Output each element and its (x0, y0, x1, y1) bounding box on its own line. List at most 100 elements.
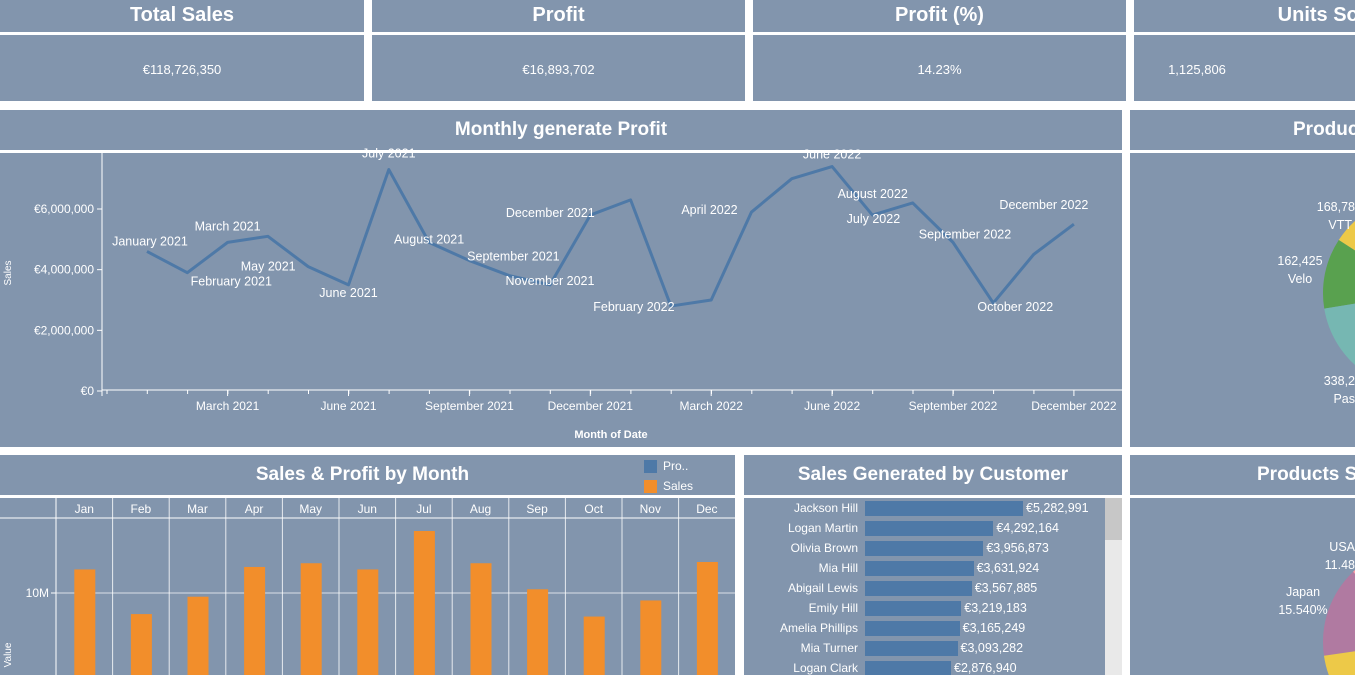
customer-row[interactable]: Olivia Brown €3,956,873 (744, 538, 1104, 558)
customer-sales-value: €3,093,282 (960, 641, 1024, 655)
customer-row[interactable]: Logan Clark €2,876,940 (744, 658, 1104, 675)
point-label: April 2022 (681, 203, 737, 217)
customer-sales-panel: Sales Generated by Customer Jackson Hill… (744, 455, 1122, 675)
month-header: Sep (526, 502, 548, 516)
month-header: Dec (696, 502, 717, 516)
customer-sales-value: €2,876,940 (954, 661, 1017, 675)
scrollbar[interactable] (1105, 498, 1122, 675)
customer-sales-bar (865, 541, 984, 556)
pie-slice-japan (1323, 571, 1355, 656)
month-header: Mar (187, 502, 208, 516)
month-header: Aug (470, 502, 491, 516)
customer-name: Amelia Phillips (779, 621, 858, 635)
point-label: November 2021 (506, 274, 595, 288)
divider (753, 32, 1126, 35)
panel-title: Sales Generated by Customer (797, 464, 1069, 485)
month-header: Jan (75, 502, 94, 516)
kpi-value: 14.23% (917, 62, 962, 77)
kpi-title: Profit (532, 4, 585, 26)
point-label: August 2021 (394, 232, 464, 246)
point-label: May 2021 (241, 260, 296, 274)
customer-name: Olivia Brown (790, 541, 858, 555)
x-tick-label: September 2022 (909, 399, 998, 413)
kpi-profit-percent: Profit (%) 14.23% (753, 0, 1126, 101)
point-label: January 2021 (112, 234, 188, 248)
point-label: October 2022 (977, 300, 1053, 314)
point-label: September 2021 (467, 250, 559, 264)
pie-label-value: 338,2 (1324, 374, 1355, 388)
monthly-profit-panel: Monthly generate Profit €0 €2,000,000 €4,0… (0, 110, 1122, 447)
x-tick-label: March 2021 (196, 399, 260, 413)
y-tick-label: €6,000,000 (34, 202, 94, 216)
sales-profit-bar-chart: 10M Value Jan Feb Mar Apr May Jun Jul Aug Sep Oct No… (0, 498, 735, 675)
kpi-units-sold: Units Sol 1,125,806 (1134, 0, 1355, 101)
x-tick-label: June 2022 (804, 399, 860, 413)
sales-bar (413, 531, 435, 675)
sales-bar (470, 563, 492, 675)
customer-row[interactable]: Mia Hill €3,631,924 (744, 558, 1104, 578)
x-tick-label: June 2021 (320, 399, 376, 413)
customer-row[interactable]: Mia Turner €3,093,282 (744, 638, 1104, 658)
point-label: February 2022 (593, 300, 674, 314)
x-tick-label: December 2021 (548, 399, 634, 413)
x-tick-label: March 2022 (680, 399, 744, 413)
customer-name: Logan Clark (793, 661, 858, 675)
month-header: Oct (584, 502, 603, 516)
y-tick-label: 10M (26, 586, 49, 600)
customer-row[interactable]: Amelia Phillips €3,165,249 (744, 618, 1104, 638)
customer-row[interactable]: Jackson Hill €5,282,991 (744, 498, 1104, 518)
customer-sales-value: €3,165,249 (962, 621, 1026, 635)
pie-label-name: Japan (1286, 585, 1320, 599)
customer-sales-bar (865, 621, 960, 636)
sales-bar (300, 563, 322, 675)
customer-sales-value: €3,567,885 (974, 581, 1038, 595)
sales-bar (583, 616, 605, 675)
product-pie-chart: 168,78 VTT 162,425 Velo 338,2 Pas (1277, 200, 1355, 406)
customer-row[interactable]: Emily Hill €3,219,183 (744, 598, 1104, 618)
customer-sales-value: €4,292,164 (996, 521, 1059, 535)
month-header: Jul (416, 502, 431, 516)
y-axis-title: Value (3, 642, 14, 667)
customer-row[interactable]: Abigail Lewis €3,567,885 (744, 578, 1104, 598)
kpi-title: Total Sales (129, 4, 235, 26)
customer-sales-bar (865, 661, 952, 675)
customer-sales-bar (865, 561, 974, 576)
customer-sales-bar (865, 501, 1023, 516)
pie-label-value: 168,78 (1317, 200, 1355, 214)
pie-label-value: 11.48 (1325, 558, 1355, 572)
point-label: December 2022 (999, 198, 1088, 212)
customer-bar-list[interactable]: Jackson Hill €5,282,991 Logan Martin €4,292… (744, 498, 1122, 675)
pie-label-value: 15.540% (1278, 603, 1327, 617)
customer-sales-value: €5,282,991 (1026, 501, 1089, 515)
sales-bar (357, 569, 379, 675)
divider (1134, 32, 1355, 35)
customer-name: Abigail Lewis (787, 581, 858, 595)
pie-label-name: USA (1329, 540, 1355, 554)
sales-bar (130, 614, 152, 675)
kpi-value: €118,726,350 (142, 62, 222, 77)
y-axis-title: Sales (3, 260, 14, 285)
sales-bar (696, 562, 718, 675)
product-pie-panel: Produc 168,78 VTT 162,425 Velo 338,2 Pas (1130, 110, 1355, 447)
sales-bar (527, 589, 549, 675)
kpi-value: €16,893,702 (522, 62, 595, 77)
kpi-title: Units Sol (1277, 4, 1355, 26)
scrollbar-thumb[interactable] (1105, 498, 1122, 540)
x-axis-title: Month of Date (574, 429, 647, 441)
customer-sales-bar (865, 641, 958, 656)
customer-row[interactable]: Logan Martin €4,292,164 (744, 518, 1104, 538)
point-label: March 2021 (195, 219, 261, 233)
customer-name: Jackson Hill (793, 501, 858, 515)
point-label: June 2021 (319, 286, 377, 300)
customer-name: Logan Martin (787, 521, 858, 535)
customer-sales-bar (865, 581, 972, 596)
point-label: August 2022 (838, 187, 908, 201)
month-header: May (299, 502, 322, 516)
customer-name: Emily Hill (808, 601, 858, 615)
sales-bar (187, 596, 209, 675)
divider (0, 32, 364, 35)
pie-label-name: VTT (1328, 218, 1352, 232)
y-tick-label: €2,000,000 (34, 323, 94, 337)
y-tick-label: €0 (81, 384, 95, 398)
products-country-panel: Products S USA 11.48 Japan 15.540% (1130, 455, 1355, 675)
